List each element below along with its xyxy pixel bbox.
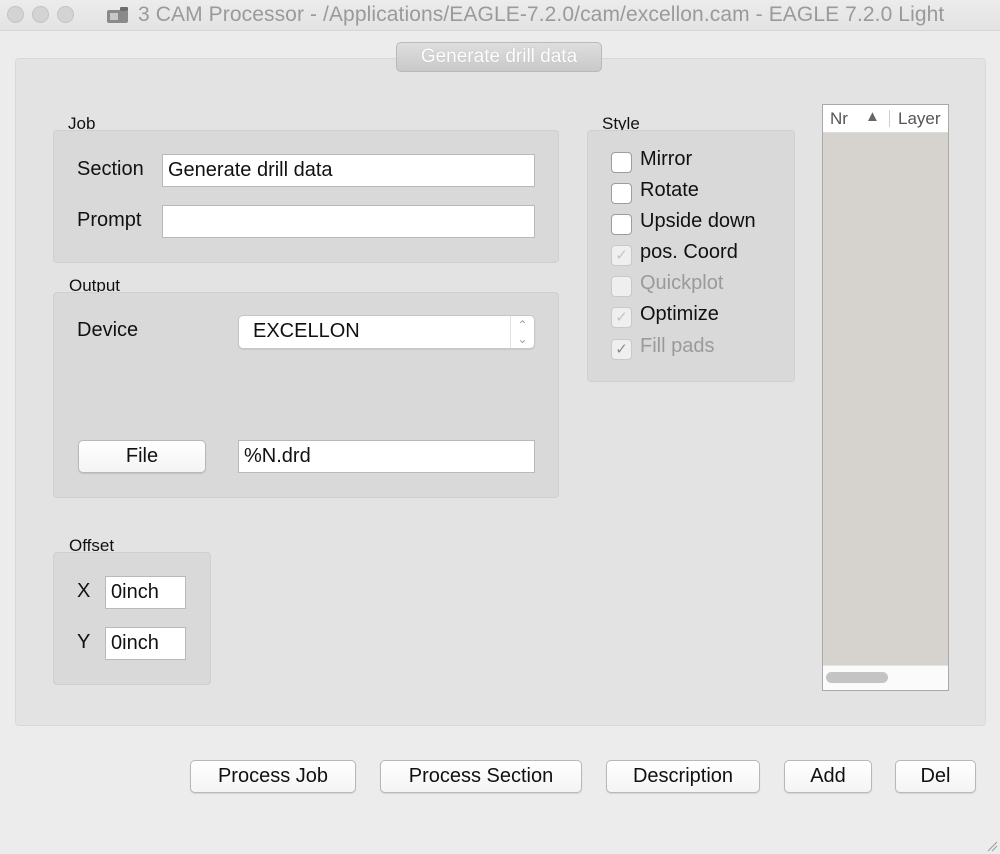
quickplot-checkbox	[611, 276, 632, 297]
add-button[interactable]: Add	[784, 760, 872, 793]
pos-coord-checkbox[interactable]: ✓	[611, 245, 632, 266]
rotate-checkbox[interactable]	[611, 183, 632, 204]
minimize-window-button[interactable]	[32, 6, 49, 23]
updown-chevron-icon: ⌃ ⌄	[510, 316, 534, 348]
process-section-button[interactable]: Process Section	[380, 760, 582, 793]
device-select[interactable]: EXCELLON ⌃ ⌄	[238, 315, 535, 349]
description-button[interactable]: Description	[606, 760, 760, 793]
upside-down-checkbox-label: Upside down	[640, 210, 756, 232]
layer-list-header: Nr ▲ Layer	[823, 105, 948, 133]
column-header-layer[interactable]: Layer	[898, 109, 941, 129]
close-window-button[interactable]	[7, 6, 24, 23]
tab-generate-drill-data[interactable]: Generate drill data	[396, 42, 602, 72]
horizontal-scrollbar[interactable]	[823, 665, 948, 690]
resize-grip-icon[interactable]	[986, 840, 998, 852]
device-label: Device	[77, 319, 139, 341]
del-button[interactable]: Del	[895, 760, 976, 793]
checkmark-icon: ✓	[615, 247, 628, 264]
section-input[interactable]	[162, 154, 535, 187]
column-header-nr[interactable]: Nr	[830, 109, 848, 129]
offset-group	[53, 552, 211, 685]
offset-y-input[interactable]	[105, 627, 186, 660]
scrollbar-thumb[interactable]	[826, 672, 888, 683]
file-input[interactable]	[238, 440, 535, 473]
fill-pads-checkbox: ✓	[611, 339, 632, 360]
job-group	[53, 130, 559, 263]
prompt-input[interactable]	[162, 205, 535, 238]
prompt-label: Prompt	[77, 209, 142, 231]
fill-pads-checkbox-label: Fill pads	[640, 335, 715, 357]
process-job-button[interactable]: Process Job	[190, 760, 356, 793]
optimize-checkbox-label: Optimize	[640, 303, 719, 325]
file-button[interactable]: File	[78, 440, 206, 473]
offset-x-label: X	[77, 580, 91, 602]
offset-y-label: Y	[77, 631, 91, 653]
sort-ascending-icon: ▲	[865, 108, 880, 125]
cam-processor-icon	[107, 7, 128, 23]
mirror-checkbox[interactable]	[611, 152, 632, 173]
section-label: Section	[77, 158, 144, 180]
checkmark-icon: ✓	[615, 309, 628, 326]
optimize-checkbox[interactable]: ✓	[611, 307, 632, 328]
device-select-value: EXCELLON	[253, 320, 360, 342]
column-divider	[889, 110, 890, 127]
upside-down-checkbox[interactable]	[611, 214, 632, 235]
zoom-window-button[interactable]	[57, 6, 74, 23]
layer-list[interactable]: Nr ▲ Layer	[822, 104, 949, 691]
checkmark-icon: ✓	[615, 341, 628, 358]
title-bar: 3 CAM Processor - /Applications/EAGLE-7.…	[0, 0, 1000, 31]
window-title: 3 CAM Processor - /Applications/EAGLE-7.…	[138, 3, 945, 26]
mirror-checkbox-label: Mirror	[640, 148, 693, 170]
offset-x-input[interactable]	[105, 576, 186, 609]
quickplot-checkbox-label: Quickplot	[640, 272, 724, 294]
rotate-checkbox-label: Rotate	[640, 179, 699, 201]
pos-coord-checkbox-label: pos. Coord	[640, 241, 738, 263]
